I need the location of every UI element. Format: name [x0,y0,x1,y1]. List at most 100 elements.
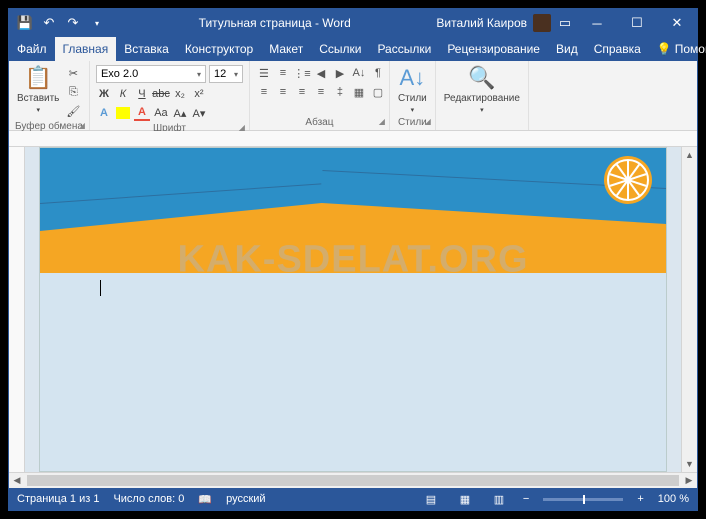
increase-indent-button[interactable]: ▶ [332,65,348,81]
font-color-button[interactable]: A [134,105,150,121]
tellme-button[interactable]: 💡Помощн [649,37,706,61]
multilevel-button[interactable]: ⋮≡ [294,65,310,81]
qat-dropdown-icon[interactable]: ▾ [89,15,105,31]
align-right-button[interactable]: ≡ [294,84,310,100]
font-name-combo[interactable]: Exo 2.0▾ [96,65,206,83]
shading-button[interactable]: ▦ [351,84,367,100]
tab-design[interactable]: Конструктор [177,37,261,61]
statusbar: Страница 1 из 1 Число слов: 0 📖 русский … [9,488,697,510]
numbering-button[interactable]: ≡ [275,65,291,81]
text-effects-button[interactable]: A [96,105,112,121]
paragraph-label: Абзац [305,117,333,128]
horizontal-scrollbar[interactable]: ◀ ▶ [9,472,697,488]
orange-slice-icon [604,156,652,204]
font-size-combo[interactable]: 12▾ [209,65,243,83]
line-spacing-button[interactable]: ‡ [332,84,348,100]
scroll-left-icon[interactable]: ◀ [9,473,25,488]
highlight-button[interactable] [115,105,131,121]
tab-home[interactable]: Главная [55,37,117,61]
paragraph-launcher-icon[interactable]: ◢ [379,117,385,126]
strike-button[interactable]: abc [153,86,169,102]
decrease-indent-button[interactable]: ◀ [313,65,329,81]
scroll-up-icon[interactable]: ▲ [682,147,697,163]
copy-icon[interactable]: ⎘ [65,84,81,100]
tab-review[interactable]: Рецензирование [439,37,548,61]
group-paragraph: ☰ ≡ ⋮≡ ◀ ▶ A↓ ¶ ≡ ≡ ≡ ≡ ‡ ▦ ▢ [250,61,390,130]
user-avatar[interactable] [533,14,551,32]
document-area: ▲ ▼ [9,147,697,472]
paste-button[interactable]: 📋 Вставить ▾ [15,65,61,114]
vertical-scrollbar[interactable]: ▲ ▼ [681,147,697,472]
tab-mailings[interactable]: Рассылки [369,37,439,61]
zoom-in-button[interactable]: + [637,493,643,505]
document-viewport[interactable] [25,147,681,472]
styles-button[interactable]: A↓ Стили ▾ [396,65,429,114]
cut-icon[interactable]: ✂ [65,65,81,81]
shrink-font-button[interactable]: A▾ [191,105,207,121]
tab-file[interactable]: Файл [9,37,55,61]
ribbon: 📋 Вставить ▾ ✂ ⎘ 🖌 Буфер обмена◢ Exo 2.0… [9,61,697,131]
page[interactable] [39,147,667,472]
scroll-down-icon[interactable]: ▼ [682,456,697,472]
read-mode-button[interactable]: ▤ [421,491,441,507]
page-indicator[interactable]: Страница 1 из 1 [17,493,99,505]
show-marks-button[interactable]: ¶ [370,65,386,81]
minimize-button[interactable]: ─ [577,9,617,37]
clipboard-icon: 📋 [24,65,51,91]
vertical-ruler[interactable] [9,147,25,472]
borders-button[interactable]: ▢ [370,84,386,100]
app-window: 💾 ↶ ↷ ▾ Титульная страница - Word Витали… [8,8,698,511]
redo-icon[interactable]: ↷ [65,15,81,31]
titlebar: 💾 ↶ ↷ ▾ Титульная страница - Word Витали… [9,9,697,37]
sort-button[interactable]: A↓ [351,65,367,81]
superscript-button[interactable]: x² [191,86,207,102]
styles-launcher-icon[interactable]: ◢ [425,117,431,126]
bullets-button[interactable]: ☰ [256,65,272,81]
zoom-out-button[interactable]: − [523,493,529,505]
maximize-button[interactable]: ☐ [617,9,657,37]
group-font: Exo 2.0▾ 12▾ Ж К Ч abc x₂ x² A A Aa A▴ [90,61,250,130]
bold-button[interactable]: Ж [96,86,112,102]
tab-references[interactable]: Ссылки [311,37,369,61]
web-layout-button[interactable]: ▥ [489,491,509,507]
undo-icon[interactable]: ↶ [41,15,57,31]
close-button[interactable]: ✕ [657,9,697,37]
word-count[interactable]: Число слов: 0 [113,493,184,505]
clipboard-launcher-icon[interactable]: ◢ [79,121,85,130]
cover-header-image [40,148,666,273]
grow-font-button[interactable]: A▴ [172,105,188,121]
scroll-right-icon[interactable]: ▶ [681,473,697,488]
bulb-icon: 💡 [657,42,672,56]
justify-button[interactable]: ≡ [313,84,329,100]
group-clipboard: 📋 Вставить ▾ ✂ ⎘ 🖌 Буфер обмена◢ [9,61,90,130]
text-cursor [100,280,101,296]
find-icon: 🔍 [468,65,495,91]
tab-view[interactable]: Вид [548,37,586,61]
styles-label: Стили [398,117,427,128]
group-styles: A↓ Стили ▾ Стили◢ [390,61,436,130]
tab-help[interactable]: Справка [586,37,649,61]
format-painter-icon[interactable]: 🖌 [65,103,81,119]
subscript-button[interactable]: x₂ [172,86,188,102]
tab-layout[interactable]: Макет [261,37,311,61]
align-left-button[interactable]: ≡ [256,84,272,100]
window-title: Титульная страница - Word [113,16,436,30]
ribbon-tabs: Файл Главная Вставка Конструктор Макет С… [9,37,697,61]
user-name[interactable]: Виталий Каиров [436,16,527,30]
ribbon-options-icon[interactable]: ▭ [557,15,573,31]
language-indicator[interactable]: русский [226,493,265,505]
horizontal-ruler[interactable] [9,131,697,147]
underline-button[interactable]: Ч [134,86,150,102]
align-center-button[interactable]: ≡ [275,84,291,100]
save-icon[interactable]: 💾 [17,15,33,31]
change-case-button[interactable]: Aa [153,105,169,121]
zoom-slider[interactable] [543,498,623,501]
editing-button[interactable]: 🔍 Редактирование ▾ [442,65,522,114]
italic-button[interactable]: К [115,86,131,102]
proofing-icon[interactable]: 📖 [198,493,212,506]
group-editing: 🔍 Редактирование ▾ [436,61,529,130]
tab-insert[interactable]: Вставка [116,37,177,61]
styles-icon: A↓ [400,65,426,91]
zoom-level[interactable]: 100 % [658,493,689,505]
print-layout-button[interactable]: ▦ [455,491,475,507]
